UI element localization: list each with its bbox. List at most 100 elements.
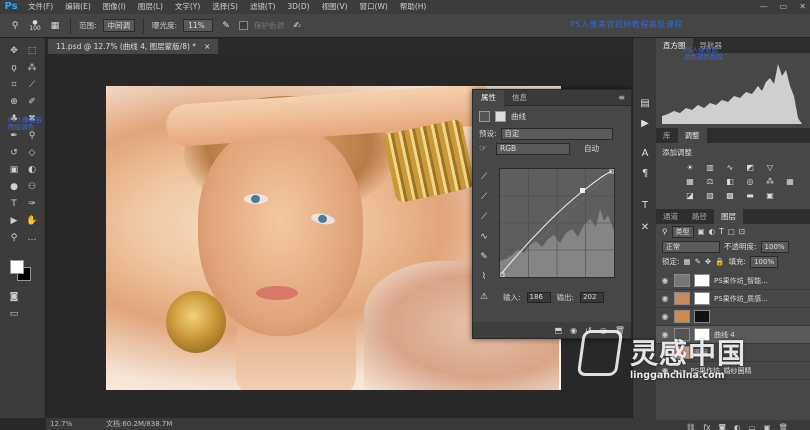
more-tools-icon[interactable]: … bbox=[25, 231, 39, 245]
menu-filter[interactable]: 滤镜(T) bbox=[244, 0, 281, 14]
photo-filter-icon[interactable]: ◎ bbox=[744, 176, 756, 187]
zoom-level[interactable]: 12.7% bbox=[50, 418, 72, 430]
layer-mask-thumbnail[interactable] bbox=[694, 292, 710, 305]
marquee-tool-icon[interactable]: ⬚ bbox=[25, 44, 39, 58]
layer-row[interactable]: ◉ bbox=[656, 308, 810, 326]
white-point-eyedropper-icon[interactable]: ⟋ bbox=[477, 210, 491, 224]
eyedropper-tool-icon[interactable]: ⟋ bbox=[25, 78, 39, 92]
history-tool-icon[interactable]: ↺ bbox=[7, 146, 21, 160]
visibility-eye-icon[interactable]: ◉ bbox=[660, 348, 670, 357]
tab-layers[interactable]: 图层 bbox=[714, 209, 743, 224]
exposure-input[interactable]: 11% bbox=[183, 19, 214, 32]
brush-panel-toggle-icon[interactable]: ▦ bbox=[48, 19, 62, 33]
filter-adjustment-icon[interactable]: ◐ bbox=[709, 227, 716, 236]
blend-mode-select[interactable]: 正常 bbox=[662, 240, 720, 253]
tool-presets-icon[interactable]: T bbox=[638, 198, 652, 212]
layer-style-icon[interactable]: fx bbox=[704, 423, 711, 430]
black-white-icon[interactable]: ◧ bbox=[724, 176, 736, 187]
menu-edit[interactable]: 编辑(E) bbox=[59, 0, 97, 14]
visibility-eye-icon[interactable]: ◉ bbox=[660, 276, 670, 285]
visibility-eye-icon[interactable]: ◉ bbox=[660, 312, 670, 321]
eraser-tool-icon[interactable]: ◇ bbox=[25, 146, 39, 160]
menu-type[interactable]: 文字(Y) bbox=[169, 0, 206, 14]
channel-select[interactable]: RGB bbox=[496, 142, 570, 155]
filter-shape-icon[interactable]: ▢ bbox=[728, 227, 735, 236]
visibility-eye-icon[interactable]: ◉ bbox=[660, 366, 670, 375]
posterize-icon[interactable]: ▨ bbox=[704, 190, 716, 201]
tab-paths[interactable]: 路径 bbox=[685, 209, 714, 224]
tab-channels[interactable]: 通道 bbox=[656, 209, 685, 224]
brush-tool-icon[interactable]: ✒ bbox=[7, 129, 21, 143]
gradient-tool-icon[interactable]: ▣ bbox=[7, 163, 21, 177]
actions-panel-icon[interactable]: ▶ bbox=[638, 116, 652, 130]
output-field[interactable]: 202 bbox=[580, 292, 605, 303]
curve-point-mode-icon[interactable]: ∿ bbox=[477, 230, 491, 244]
layer-row[interactable]: ◉ PS果作坊_智能... bbox=[656, 272, 810, 290]
link-layers-icon[interactable]: ⛓ bbox=[686, 423, 696, 430]
hand-tool-icon[interactable]: ✋ bbox=[25, 214, 39, 228]
curve-control-point[interactable] bbox=[580, 188, 585, 193]
gray-point-eyedropper-icon[interactable]: ⟋ bbox=[477, 190, 491, 204]
pen-tool-icon[interactable]: ✑ bbox=[25, 197, 39, 211]
lock-move-icon[interactable]: ✥ bbox=[705, 257, 711, 266]
delete-adjustment-icon[interactable]: 🗑 bbox=[615, 326, 625, 335]
move-tool-icon[interactable]: ✥ bbox=[7, 44, 21, 58]
tab-adjustments[interactable]: 调整 bbox=[677, 128, 707, 143]
layer-mask-thumbnail[interactable] bbox=[694, 274, 710, 287]
layer-kind-select[interactable]: 类型 bbox=[671, 225, 694, 238]
curves-icon[interactable]: ∿ bbox=[724, 162, 736, 173]
layer-mask-icon[interactable] bbox=[495, 110, 506, 122]
reset-icon[interactable]: ↺ bbox=[585, 326, 592, 335]
tab-properties[interactable]: 属性 bbox=[473, 89, 504, 106]
blur-tool-icon[interactable]: ◐ bbox=[25, 163, 39, 177]
zoom-tool-icon[interactable]: ⚲ bbox=[7, 231, 21, 245]
color-lookup-icon[interactable]: ▦ bbox=[784, 176, 796, 187]
range-select[interactable]: 中间调 bbox=[102, 19, 136, 32]
folder-icon[interactable]: ▸ ▭ bbox=[674, 367, 686, 375]
layer-row[interactable]: ◉ ▸ ▭ PS果作坊_婚纱圈精 bbox=[656, 362, 810, 380]
vibrance-icon[interactable]: ▽ bbox=[764, 162, 776, 173]
lasso-tool-icon[interactable]: ϙ bbox=[7, 61, 21, 75]
minimize-button[interactable]: — bbox=[760, 0, 768, 14]
auto-button[interactable]: 自动 bbox=[584, 143, 599, 154]
delete-layer-icon[interactable]: 🗑 bbox=[779, 423, 789, 430]
menu-select[interactable]: 选择(S) bbox=[206, 0, 244, 14]
text-tool-icon[interactable]: T bbox=[7, 197, 21, 211]
paragraph-panel-icon[interactable]: ¶ bbox=[638, 166, 652, 180]
history-panel-icon[interactable]: ▤ bbox=[638, 96, 652, 110]
invert-icon[interactable]: ◪ bbox=[684, 190, 696, 201]
maximize-button[interactable]: ▭ bbox=[780, 0, 788, 14]
gradient-map-icon[interactable]: ▬ bbox=[744, 190, 756, 201]
visibility-eye-icon[interactable]: ◉ bbox=[660, 330, 670, 339]
smooth-icon[interactable]: ⌇ bbox=[477, 270, 491, 284]
pencil-mode-icon[interactable]: ✎ bbox=[477, 250, 491, 264]
protect-tones-checkbox[interactable] bbox=[239, 21, 249, 30]
document-tab-close-icon[interactable]: × bbox=[204, 39, 210, 54]
character-panel-icon[interactable]: A bbox=[638, 146, 652, 160]
stamp-tool-icon[interactable]: ⚲ bbox=[25, 129, 39, 143]
hand-target-icon[interactable]: ☞ bbox=[479, 144, 492, 154]
menu-view[interactable]: 视图(V) bbox=[316, 0, 354, 14]
layer-row[interactable]: ◉ PS果作坊_质感... bbox=[656, 290, 810, 308]
clipping-warning-icon[interactable]: ⚠ bbox=[477, 290, 491, 304]
quick-select-tool-icon[interactable]: ⁂ bbox=[25, 61, 39, 75]
view-previous-icon[interactable]: ◉ bbox=[570, 326, 577, 335]
crop-tool-icon[interactable]: ⌗ bbox=[7, 78, 21, 92]
levels-icon[interactable]: ▥ bbox=[704, 162, 716, 173]
layer-row[interactable]: ◉ 图层 1 bbox=[656, 344, 810, 362]
new-group-icon[interactable]: ▭ bbox=[748, 423, 755, 430]
hue-saturation-icon[interactable]: ▦ bbox=[684, 176, 696, 187]
filter-pixel-icon[interactable]: ▣ bbox=[698, 227, 705, 236]
preset-select[interactable]: 自定 bbox=[500, 127, 613, 140]
filter-smart-icon[interactable]: ⊡ bbox=[739, 227, 745, 236]
add-mask-icon[interactable]: ◙ bbox=[719, 423, 726, 430]
tab-libraries[interactable]: 库 bbox=[656, 128, 678, 143]
layer-mask-thumbnail[interactable] bbox=[694, 328, 710, 341]
pressure-icon[interactable]: ✍ bbox=[290, 19, 304, 33]
channel-mixer-icon[interactable]: ⁂ bbox=[764, 176, 776, 187]
brush-presets-icon[interactable]: ✕ bbox=[638, 220, 652, 234]
menu-layer[interactable]: 图层(L) bbox=[132, 0, 169, 14]
brightness-icon[interactable]: ☀ bbox=[684, 162, 696, 173]
visibility-eye-icon[interactable]: ◉ bbox=[660, 294, 670, 303]
path-select-tool-icon[interactable]: ▶ bbox=[7, 214, 21, 228]
